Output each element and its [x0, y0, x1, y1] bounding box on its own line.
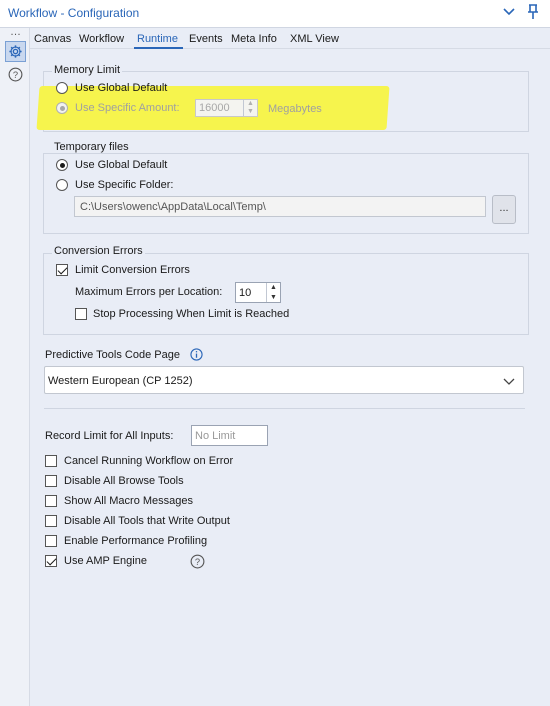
temp-global-label: Use Global Default [75, 159, 168, 171]
pin-icon[interactable] [525, 3, 541, 21]
memory-amount-value: 16000 [199, 102, 230, 114]
performance-profiling-checkbox[interactable] [45, 535, 57, 547]
use-amp-engine-label: Use AMP Engine [64, 555, 147, 567]
more-dots-icon[interactable]: … [10, 27, 22, 38]
memory-unit-label: Megabytes [268, 103, 322, 115]
record-limit-field[interactable] [191, 425, 268, 446]
amp-help-icon[interactable]: ? [190, 554, 205, 569]
window-title: Workflow - Configuration [8, 6, 140, 20]
performance-profiling-label: Enable Performance Profiling [64, 535, 208, 547]
disable-write-output-label: Disable All Tools that Write Output [64, 515, 230, 527]
code-page-selected: Western European (CP 1252) [48, 375, 193, 387]
memory-global-label: Use Global Default [75, 82, 168, 94]
temp-files-legend: Temporary files [52, 141, 131, 153]
disable-write-output-checkbox[interactable] [45, 515, 57, 527]
info-icon[interactable] [190, 348, 203, 361]
max-errors-stepper[interactable]: 10 ▲ ▼ [235, 282, 281, 303]
tab-canvas[interactable]: Canvas [34, 33, 71, 45]
svg-text:?: ? [13, 70, 18, 80]
disable-browse-checkbox[interactable] [45, 475, 57, 487]
title-bar: Workflow - Configuration [0, 0, 550, 28]
predictive-code-page-label: Predictive Tools Code Page [45, 349, 180, 361]
help-icon[interactable]: ? [8, 67, 23, 82]
tab-events[interactable]: Events [189, 33, 223, 45]
tab-workflow[interactable]: Workflow [79, 33, 124, 45]
tab-runtime[interactable]: Runtime [137, 33, 178, 45]
disable-browse-label: Disable All Browse Tools [64, 475, 184, 487]
browse-folder-button[interactable]: ... [492, 195, 516, 224]
memory-limit-legend: Memory Limit [52, 64, 123, 76]
record-limit-label: Record Limit for All Inputs: [45, 430, 174, 442]
conversion-errors-legend: Conversion Errors [52, 245, 145, 257]
svg-text:?: ? [195, 557, 200, 567]
limit-conversion-errors-checkbox[interactable] [56, 264, 68, 276]
record-limit-input[interactable] [192, 426, 267, 445]
limit-conversion-errors-label: Limit Conversion Errors [75, 264, 190, 276]
temp-folder-path-field[interactable]: C:\Users\owenc\AppData\Local\Temp\ [74, 196, 486, 217]
section-divider [44, 408, 525, 409]
chevron-down-icon[interactable] [502, 4, 516, 20]
side-toolbar [0, 28, 30, 706]
cancel-on-error-checkbox[interactable] [45, 455, 57, 467]
max-errors-value: 10 [239, 287, 252, 299]
max-errors-arrows[interactable]: ▲ ▼ [266, 283, 280, 302]
tab-meta-info[interactable]: Meta Info [231, 33, 277, 45]
memory-amount-stepper[interactable]: 16000 ▲ ▼ [195, 99, 258, 117]
active-tab-indicator [134, 47, 183, 49]
cancel-on-error-label: Cancel Running Workflow on Error [64, 455, 234, 467]
temp-folder-path: C:\Users\owenc\AppData\Local\Temp\ [80, 201, 266, 213]
memory-specific-label: Use Specific Amount: [75, 102, 180, 114]
stop-processing-checkbox[interactable] [75, 308, 87, 320]
memory-amount-arrows[interactable]: ▲ ▼ [243, 100, 257, 116]
temp-global-radio[interactable] [56, 159, 68, 171]
code-page-dropdown[interactable]: Western European (CP 1252) [44, 366, 524, 394]
show-macro-messages-label: Show All Macro Messages [64, 495, 193, 507]
memory-specific-radio[interactable] [56, 102, 68, 114]
stop-processing-label: Stop Processing When Limit is Reached [93, 308, 290, 320]
max-errors-label: Maximum Errors per Location: [75, 286, 223, 298]
chevron-down-icon [503, 378, 515, 385]
use-amp-engine-checkbox[interactable] [45, 555, 57, 567]
tabs-divider [30, 48, 550, 49]
temp-specific-label: Use Specific Folder: [75, 179, 174, 191]
configuration-button[interactable] [5, 41, 26, 62]
gear-icon [9, 45, 22, 58]
show-macro-messages-checkbox[interactable] [45, 495, 57, 507]
memory-global-radio[interactable] [56, 82, 68, 94]
tab-xml-view[interactable]: XML View [290, 33, 339, 45]
temp-specific-radio[interactable] [56, 179, 68, 191]
